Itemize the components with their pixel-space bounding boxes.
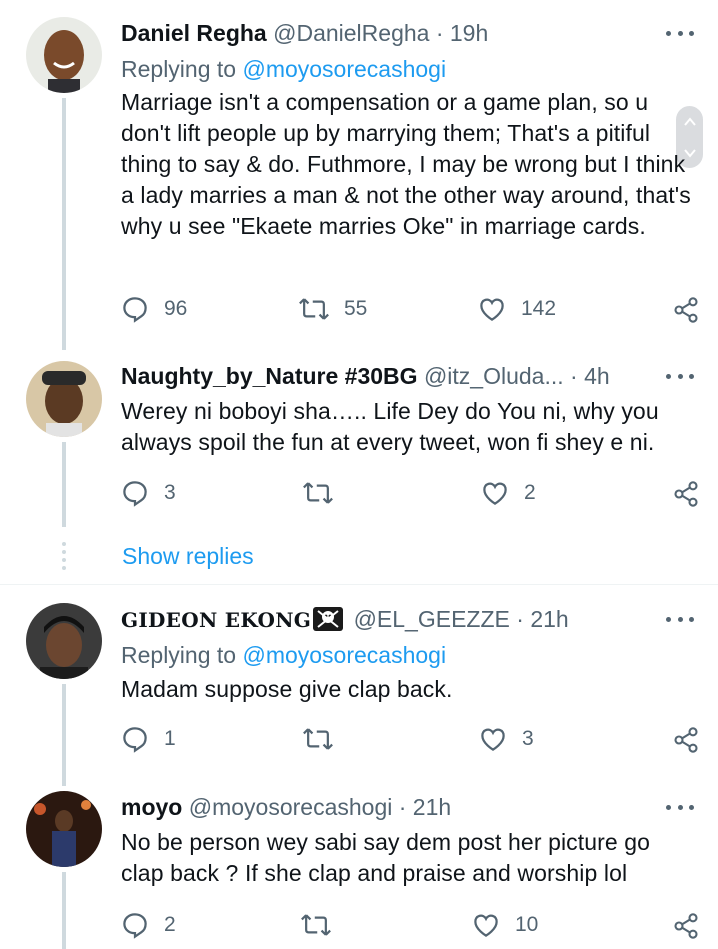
thread-line [62,684,66,786]
tweet-text: Marriage isn't a compensation or a game … [121,89,691,239]
display-name[interactable]: Daniel Regha [121,20,267,46]
divider [0,584,718,585]
replying-to-label: Replying to [121,56,237,82]
separator-dot: · [398,794,407,820]
retweet-button[interactable] [302,476,348,510]
like-icon [483,482,507,505]
tweet-gideon-ekong[interactable]: GIDEON EKONG @EL_GEEZZE · 21h Replying t… [0,586,718,786]
avatar[interactable] [26,361,102,437]
tweet-actions: 1 3 [120,722,700,756]
share-icon [674,297,698,323]
like-button[interactable]: 10 [471,908,538,942]
reply-icon [123,913,147,939]
like-icon [481,728,505,751]
reply-icon [123,727,147,753]
user-handle[interactable]: @DanielRegha [273,20,429,46]
reply-count: 96 [164,297,188,320]
tweet-header: moyo @moyosorecashogi · 21h [121,792,688,822]
reply-count: 1 [164,727,176,750]
tweet-actions: 96 55 142 [120,292,700,326]
reply-button[interactable]: 1 [120,722,176,756]
thread-line [62,98,66,350]
retweet-icon [303,482,333,504]
thread-dots [62,542,66,570]
more-icon[interactable] [666,361,694,391]
tweet-text: Werey ni boboyi sha….. Life Dey do You n… [121,398,659,455]
like-count: 10 [515,913,539,936]
share-icon [674,913,698,939]
display-name[interactable]: moyo [121,794,182,820]
like-button[interactable]: 142 [477,292,556,326]
timestamp[interactable]: 21h [530,606,568,632]
replying-to: Replying to @moyosorecashogi [121,54,446,84]
tweet-moyo[interactable]: moyo @moyosorecashogi · 21h No be person… [0,786,718,949]
retweet-icon [301,914,331,936]
retweet-button[interactable] [302,722,348,756]
show-replies-link[interactable]: Show replies [122,541,254,571]
retweet-count: 55 [344,297,368,320]
avatar[interactable] [26,17,102,93]
retweet-icon [299,298,329,320]
skull-crossbones-icon [313,606,344,631]
display-name[interactable]: Naughty_by_Nature #30BG [121,363,418,389]
avatar[interactable] [26,791,102,867]
separator-dot: · [516,606,524,632]
like-button[interactable]: 2 [480,476,536,510]
share-icon [674,727,698,753]
tweet-daniel-regha[interactable]: Daniel Regha @DanielRegha · 19h Replying… [0,0,718,350]
replying-to-link[interactable]: @moyosorecashogi [242,56,446,82]
avatar[interactable] [26,603,102,679]
display-name[interactable]: GIDEON EKONG [121,608,311,632]
share-button[interactable] [672,480,700,513]
reply-count: 3 [164,481,176,504]
tweet-header: GIDEON EKONG @EL_GEEZZE · 21h [121,604,688,634]
like-count: 2 [524,481,536,504]
reply-icon [123,481,147,507]
like-icon [474,914,498,937]
user-handle[interactable]: @moyosorecashogi [189,794,393,820]
tweet-actions: 2 10 [120,908,700,942]
like-count: 142 [521,297,557,320]
like-icon [480,298,504,321]
retweet-icon [303,728,333,750]
timestamp[interactable]: 19h [450,20,488,46]
tweet-actions: 3 2 [120,476,700,510]
reply-count: 2 [164,913,176,936]
user-handle[interactable]: @itz_Oluda... [424,363,564,389]
timestamp[interactable]: 4h [584,363,610,389]
like-button[interactable]: 3 [478,722,534,756]
retweet-button[interactable]: 55 [298,292,367,326]
retweet-button[interactable] [300,908,346,942]
separator-dot: · [570,363,578,389]
tweet-header: Daniel Regha @DanielRegha · 19h [121,18,688,48]
reply-icon [123,297,147,323]
share-icon [674,481,698,507]
thread-line [62,442,66,527]
like-count: 3 [522,727,534,750]
tweet-header: Naughty_by_Nature #30BG @itz_Oluda... · … [121,361,688,391]
reply-button[interactable]: 3 [120,476,176,510]
more-icon[interactable] [666,18,694,48]
user-handle[interactable]: @EL_GEEZZE [354,606,510,632]
replying-to-link[interactable]: @moyosorecashogi [242,642,446,668]
thread-line [62,872,66,949]
more-icon[interactable] [666,604,694,634]
replying-to-label: Replying to [121,642,237,668]
tweet-text: No be person wey sabi say dem post her p… [121,829,651,886]
share-button[interactable] [672,912,700,945]
reply-button[interactable]: 2 [120,908,176,942]
share-button[interactable] [672,726,700,759]
separator-dot: · [435,20,444,46]
timestamp[interactable]: 21h [413,794,451,820]
more-icon[interactable] [666,792,694,822]
replying-to: Replying to @moyosorecashogi [121,640,446,670]
share-button[interactable] [672,296,700,329]
tweet-naughty-by-nature[interactable]: Naughty_by_Nature #30BG @itz_Oluda... · … [0,350,718,530]
reply-button[interactable]: 96 [120,292,187,326]
tweet-text: Madam suppose give clap back. [121,676,453,702]
